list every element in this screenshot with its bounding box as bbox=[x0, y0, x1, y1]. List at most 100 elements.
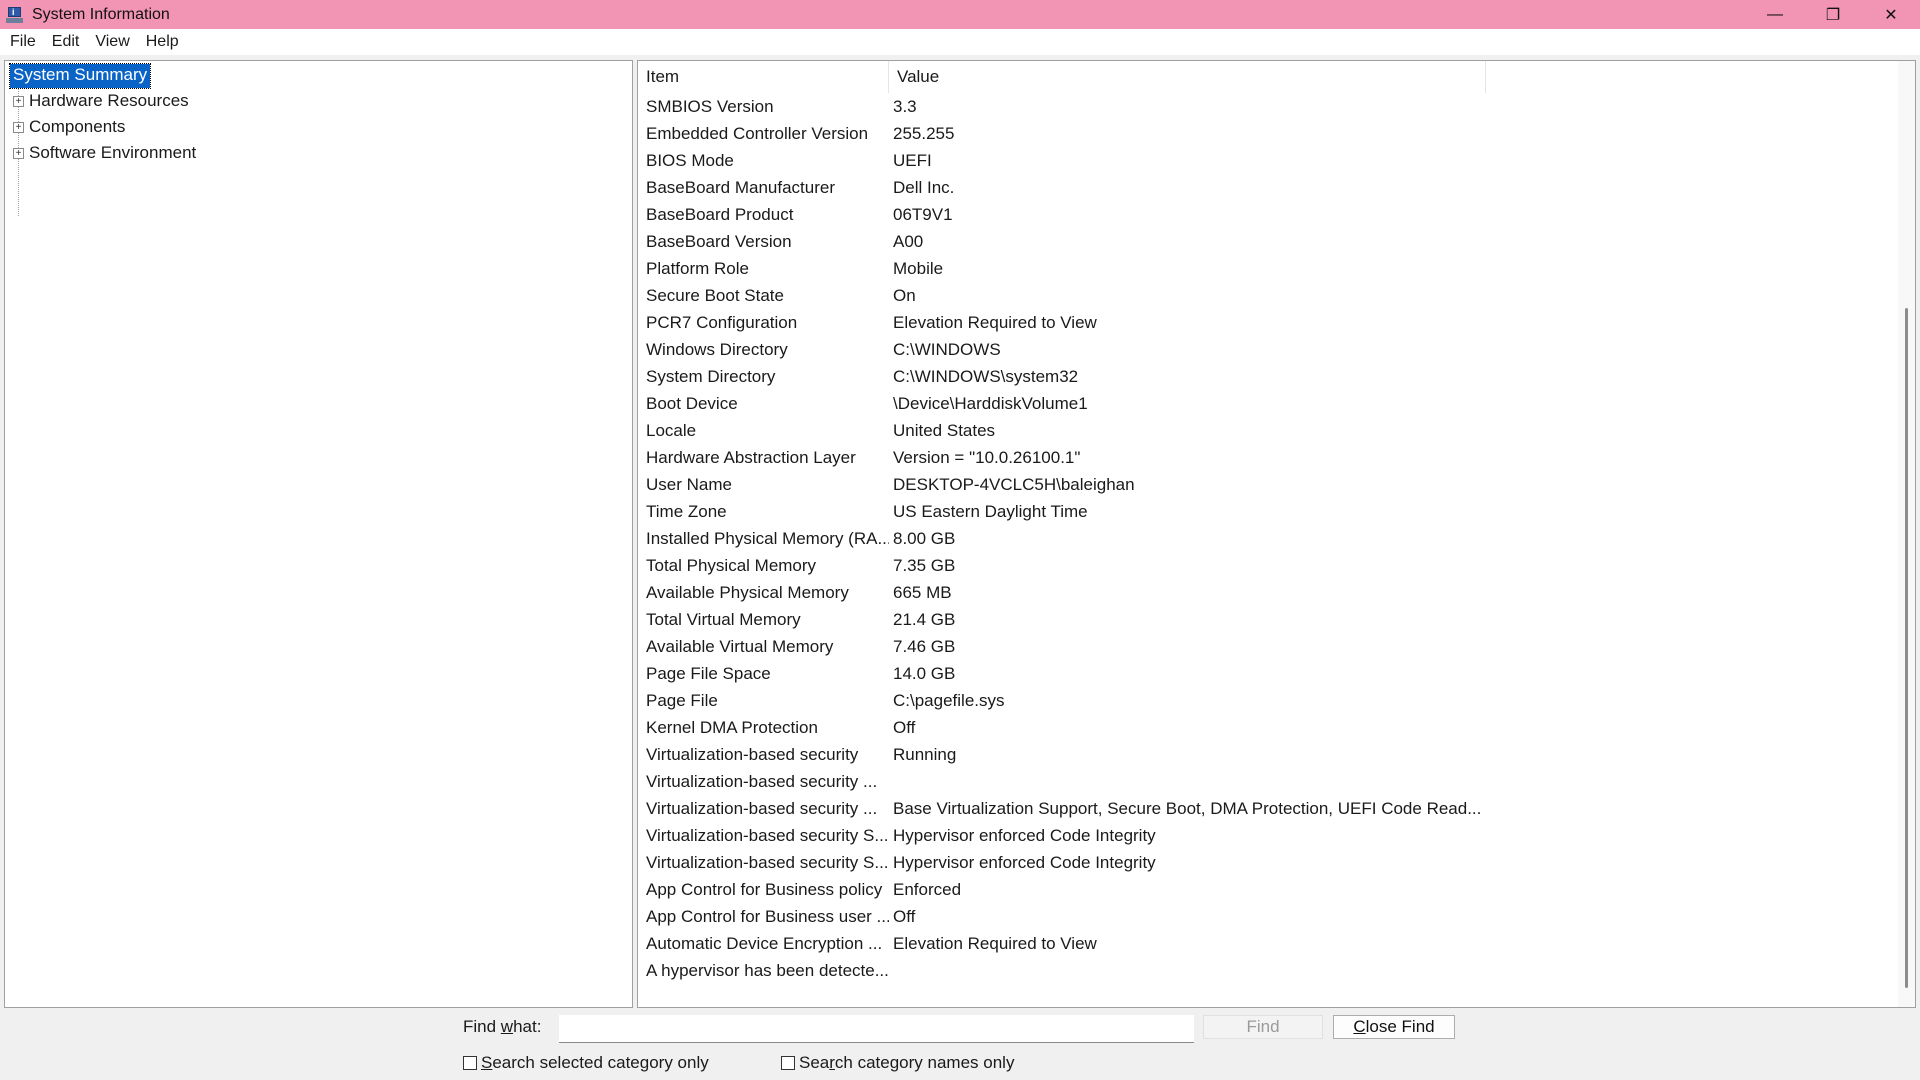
row-value-cell: Elevation Required to View bbox=[893, 933, 1097, 953]
menu-edit[interactable]: Edit bbox=[44, 33, 88, 51]
table-row[interactable]: SMBIOS Version 3.3 bbox=[638, 93, 1481, 120]
table-row[interactable]: Available Physical Memory 665 MB bbox=[638, 579, 1481, 606]
row-item-cell: A hypervisor has been detecte... bbox=[646, 960, 889, 980]
row-value-cell: DESKTOP-4VCLC5H\baleighan bbox=[893, 474, 1135, 494]
close-find-button[interactable]: Close Find bbox=[1333, 1015, 1455, 1039]
row-item-cell: Total Virtual Memory bbox=[646, 609, 801, 629]
table-row[interactable]: Kernel DMA Protection Off bbox=[638, 714, 1481, 741]
checkbox-label: Search selected category only bbox=[481, 1053, 709, 1072]
table-row[interactable]: System Directory C:\WINDOWS\system32 bbox=[638, 363, 1481, 390]
column-header-value[interactable]: Value bbox=[889, 61, 1486, 93]
checkbox-icon[interactable] bbox=[463, 1056, 477, 1070]
row-value-cell: Version = "10.0.26100.1" bbox=[893, 447, 1081, 467]
table-row[interactable]: BaseBoard Version A00 bbox=[638, 228, 1481, 255]
tree-item-label: Software Environment bbox=[29, 143, 197, 162]
row-value-cell: Enforced bbox=[893, 879, 962, 899]
table-row[interactable]: BaseBoard Product 06T9V1 bbox=[638, 201, 1481, 228]
search-category-names-only-checkbox[interactable]: Search category names only bbox=[781, 1053, 1014, 1073]
table-row[interactable]: Page File Space 14.0 GB bbox=[638, 660, 1481, 687]
table-row[interactable]: BIOS Mode UEFI bbox=[638, 147, 1481, 174]
table-row[interactable]: Platform Role Mobile bbox=[638, 255, 1481, 282]
table-row[interactable]: App Control for Business policy Enforced bbox=[638, 876, 1481, 903]
scrollbar-thumb[interactable] bbox=[1905, 308, 1908, 988]
row-item-cell: Installed Physical Memory (RA... bbox=[646, 528, 889, 548]
table-row[interactable]: Boot Device \Device\HarddiskVolume1 bbox=[638, 390, 1481, 417]
table-row[interactable]: Total Physical Memory 7.35 GB bbox=[638, 552, 1481, 579]
table-row[interactable]: BaseBoard Manufacturer Dell Inc. bbox=[638, 174, 1481, 201]
row-value-cell: Elevation Required to View bbox=[893, 312, 1097, 332]
find-button[interactable]: Find bbox=[1203, 1015, 1323, 1039]
row-item-cell: PCR7 Configuration bbox=[646, 312, 798, 332]
table-row[interactable]: Available Virtual Memory 7.46 GB bbox=[638, 633, 1481, 660]
minimize-button[interactable]: — bbox=[1746, 0, 1804, 29]
menu-file[interactable]: File bbox=[2, 33, 44, 51]
table-row[interactable]: PCR7 Configuration Elevation Required to … bbox=[638, 309, 1481, 336]
restore-button[interactable]: ❐ bbox=[1804, 0, 1862, 29]
table-row[interactable]: User Name DESKTOP-4VCLC5H\baleighan bbox=[638, 471, 1481, 498]
search-selected-category-only-checkbox[interactable]: Search selected category only bbox=[463, 1053, 709, 1073]
row-item-cell: BaseBoard Product bbox=[646, 204, 794, 224]
row-value-cell: Mobile bbox=[893, 258, 944, 278]
table-row[interactable]: Total Virtual Memory 21.4 GB bbox=[638, 606, 1481, 633]
find-what-input[interactable] bbox=[559, 1015, 1194, 1043]
row-item-cell: Secure Boot State bbox=[646, 285, 784, 305]
row-value-cell: 7.35 GB bbox=[893, 555, 956, 575]
row-item-cell: User Name bbox=[646, 474, 732, 494]
table-row[interactable]: Embedded Controller Version 255.255 bbox=[638, 120, 1481, 147]
table-row[interactable]: A hypervisor has been detecte... bbox=[638, 957, 1481, 984]
menu-help[interactable]: Help bbox=[138, 33, 187, 51]
row-value-cell: 06T9V1 bbox=[893, 204, 953, 224]
row-item-cell: Automatic Device Encryption ... bbox=[646, 933, 883, 953]
tree-item-label: Hardware Resources bbox=[29, 91, 189, 110]
checkbox-icon[interactable] bbox=[781, 1056, 795, 1070]
table-row[interactable]: Locale United States bbox=[638, 417, 1481, 444]
row-item-cell: Available Virtual Memory bbox=[646, 636, 834, 656]
row-item-cell: App Control for Business user ... bbox=[646, 906, 889, 926]
table-row[interactable]: Windows Directory C:\WINDOWS bbox=[638, 336, 1481, 363]
menu-bar: File Edit View Help bbox=[0, 29, 1920, 55]
minimize-icon: — bbox=[1767, 5, 1783, 23]
vertical-scrollbar[interactable] bbox=[1898, 61, 1915, 1007]
table-row[interactable]: Automatic Device Encryption ... Elevation… bbox=[638, 930, 1481, 957]
menu-view[interactable]: View bbox=[87, 33, 137, 51]
table-row[interactable]: Page File C:\pagefile.sys bbox=[638, 687, 1481, 714]
table-row[interactable]: App Control for Business user ... Off bbox=[638, 903, 1481, 930]
row-item-cell: SMBIOS Version bbox=[646, 96, 774, 116]
table-row[interactable]: Time Zone US Eastern Daylight Time bbox=[638, 498, 1481, 525]
row-value-cell: A00 bbox=[893, 231, 924, 251]
category-tree[interactable]: System Summary + Hardware Resources + Co… bbox=[4, 60, 633, 1008]
tree-item-software-environment[interactable]: + Software Environment bbox=[13, 141, 196, 165]
details-list[interactable]: Item Value SMBIOS Version 3.3 Embedded Con… bbox=[637, 60, 1916, 1008]
row-item-cell: Hardware Abstraction Layer bbox=[646, 447, 856, 467]
row-item-cell: Time Zone bbox=[646, 501, 727, 521]
close-button[interactable]: ✕ bbox=[1862, 0, 1920, 29]
expand-icon[interactable]: + bbox=[13, 95, 24, 107]
expand-icon[interactable]: + bbox=[13, 121, 24, 133]
find-what-label: Find what: bbox=[463, 1017, 542, 1036]
row-item-cell: Boot Device bbox=[646, 393, 738, 413]
column-header-item[interactable]: Item bbox=[638, 61, 889, 93]
table-row[interactable]: Virtualization-based security Running bbox=[638, 741, 1481, 768]
row-item-cell: Virtualization-based security S... bbox=[646, 825, 889, 845]
table-row[interactable]: Virtualization-based security S... Hyperv… bbox=[638, 849, 1481, 876]
row-item-cell: App Control for Business policy bbox=[646, 879, 883, 899]
tree-item-system-summary[interactable]: System Summary bbox=[8, 63, 152, 89]
table-row[interactable]: Hardware Abstraction Layer Version = "10.… bbox=[638, 444, 1481, 471]
list-rows: SMBIOS Version 3.3 Embedded Controller Ver… bbox=[638, 93, 1481, 984]
expand-icon[interactable]: + bbox=[13, 147, 24, 159]
tree-item-components[interactable]: + Components bbox=[13, 115, 125, 139]
tree-item-hardware-resources[interactable]: + Hardware Resources bbox=[13, 89, 189, 113]
table-row[interactable]: Virtualization-based security ... Base Vi… bbox=[638, 795, 1481, 822]
row-item-cell: BaseBoard Manufacturer bbox=[646, 177, 835, 197]
window-title: System Information bbox=[32, 5, 170, 23]
table-row[interactable]: Secure Boot State On bbox=[638, 282, 1481, 309]
table-row[interactable]: Virtualization-based security S... Hyperv… bbox=[638, 822, 1481, 849]
window-controls: — ❐ ✕ bbox=[1746, 0, 1920, 29]
table-row[interactable]: Virtualization-based security ... bbox=[638, 768, 1481, 795]
row-item-cell: System Directory bbox=[646, 366, 776, 386]
tree-item-label: Components bbox=[29, 117, 126, 136]
row-value-cell: Off bbox=[893, 906, 916, 926]
row-value-cell: 3.3 bbox=[893, 96, 917, 116]
table-row[interactable]: Installed Physical Memory (RA... 8.00 GB bbox=[638, 525, 1481, 552]
row-item-cell: Locale bbox=[646, 420, 697, 440]
